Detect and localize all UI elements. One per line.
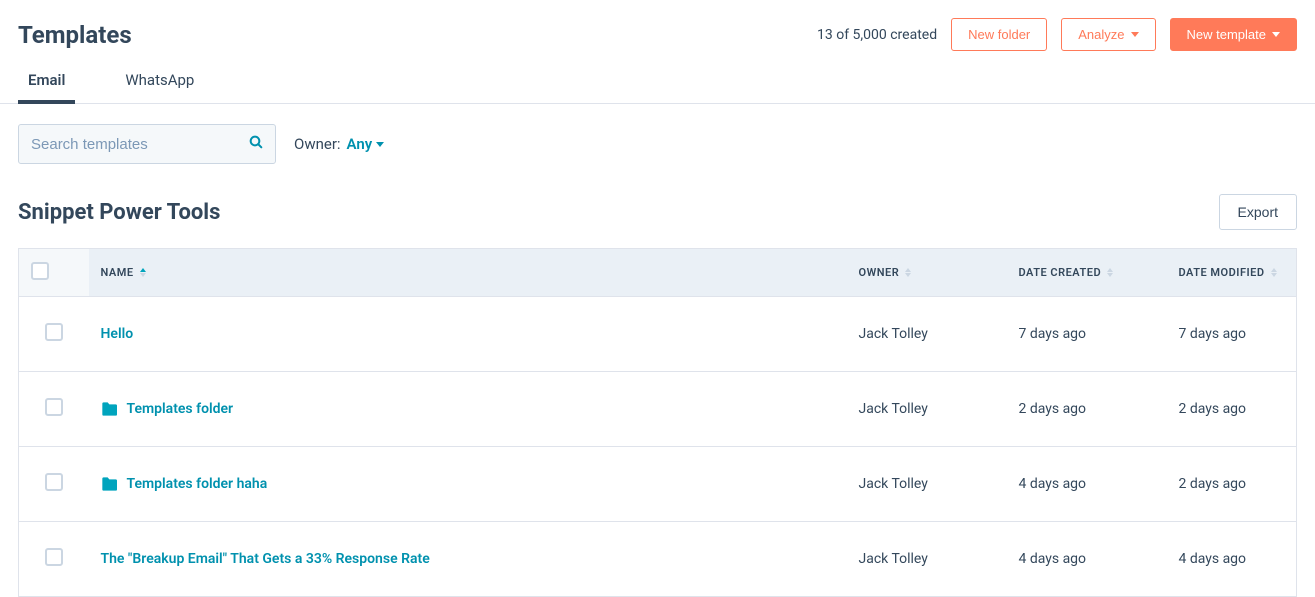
column-name-label: Name (101, 266, 134, 279)
row-modified: 2 days ago (1167, 372, 1297, 447)
row-name-link[interactable]: Hello (101, 326, 134, 342)
section-header: Snippet Power Tools Export (18, 194, 1297, 230)
folder-icon (101, 402, 117, 416)
template-count: 13 of 5,000 created (817, 27, 937, 43)
new-template-label: New template (1187, 27, 1266, 42)
row-name-cell: Templates folder (89, 372, 847, 447)
header: Templates 13 of 5,000 created New folder… (18, 18, 1297, 51)
row-owner: Jack Tolley (847, 372, 1007, 447)
owner-filter: Owner: Any (294, 135, 384, 153)
caret-down-icon (1272, 32, 1280, 37)
owner-filter-label: Owner: (294, 135, 341, 153)
row-modified: 7 days ago (1167, 297, 1297, 372)
tab-email[interactable]: Email (18, 71, 75, 103)
search-wrap (18, 124, 276, 164)
page-title: Templates (18, 21, 132, 49)
row-name-link[interactable]: Templates folder haha (127, 476, 268, 492)
sort-icon (905, 268, 911, 277)
select-all-checkbox[interactable] (31, 262, 49, 280)
column-created-label: Date Created (1019, 266, 1102, 279)
export-button[interactable]: Export (1219, 194, 1297, 230)
sort-icon (1107, 268, 1113, 277)
column-modified[interactable]: Date Modified (1167, 249, 1297, 297)
section-title: Snippet Power Tools (18, 200, 220, 225)
sort-icon (1271, 268, 1277, 277)
table-row: The "Breakup Email" That Gets a 33% Resp… (19, 522, 1297, 597)
row-checkbox[interactable] (45, 398, 63, 416)
analyze-label: Analyze (1078, 27, 1124, 42)
row-created: 4 days ago (1007, 447, 1167, 522)
row-modified: 4 days ago (1167, 522, 1297, 597)
row-checkbox-cell (19, 522, 89, 597)
row-checkbox[interactable] (45, 473, 63, 491)
new-template-button[interactable]: New template (1170, 18, 1297, 51)
sort-icon (140, 268, 146, 277)
row-created: 7 days ago (1007, 297, 1167, 372)
row-name-cell: Templates folder haha (89, 447, 847, 522)
column-checkbox (19, 249, 89, 297)
new-folder-button[interactable]: New folder (951, 18, 1047, 51)
search-input[interactable] (18, 124, 276, 164)
owner-filter-value-text: Any (347, 135, 373, 153)
search-icon[interactable] (248, 134, 264, 154)
row-name-cell: The "Breakup Email" That Gets a 33% Resp… (89, 522, 847, 597)
row-name-link[interactable]: Templates folder (127, 401, 234, 417)
tab-whatsapp[interactable]: WhatsApp (115, 71, 204, 103)
table-row: Templates folder haha Jack Tolley4 days a… (19, 447, 1297, 522)
row-created: 2 days ago (1007, 372, 1167, 447)
table-row: Templates folderJack Tolley2 days ago2 d… (19, 372, 1297, 447)
analyze-button[interactable]: Analyze (1061, 18, 1155, 51)
folder-icon (101, 477, 117, 491)
owner-filter-value[interactable]: Any (347, 135, 385, 153)
column-name[interactable]: Name (89, 249, 847, 297)
row-checkbox[interactable] (45, 323, 63, 341)
table-row: HelloJack Tolley7 days ago7 days ago (19, 297, 1297, 372)
caret-down-icon (1131, 32, 1139, 37)
row-owner: Jack Tolley (847, 522, 1007, 597)
row-created: 4 days ago (1007, 522, 1167, 597)
row-modified: 2 days ago (1167, 447, 1297, 522)
column-modified-label: Date Modified (1179, 266, 1265, 279)
header-actions: 13 of 5,000 created New folder Analyze N… (817, 18, 1297, 51)
tabs: Email WhatsApp (0, 71, 1315, 104)
column-created[interactable]: Date Created (1007, 249, 1167, 297)
row-owner: Jack Tolley (847, 297, 1007, 372)
row-checkbox[interactable] (45, 548, 63, 566)
row-checkbox-cell (19, 372, 89, 447)
row-name-link[interactable]: The "Breakup Email" That Gets a 33% Resp… (101, 551, 430, 567)
row-owner: Jack Tolley (847, 447, 1007, 522)
templates-table: Name Owner Dat (18, 248, 1297, 597)
caret-down-icon (376, 142, 384, 147)
row-checkbox-cell (19, 297, 89, 372)
column-owner-label: Owner (859, 266, 900, 279)
row-name-cell: Hello (89, 297, 847, 372)
filter-row: Owner: Any (18, 104, 1297, 184)
row-checkbox-cell (19, 447, 89, 522)
column-owner[interactable]: Owner (847, 249, 1007, 297)
